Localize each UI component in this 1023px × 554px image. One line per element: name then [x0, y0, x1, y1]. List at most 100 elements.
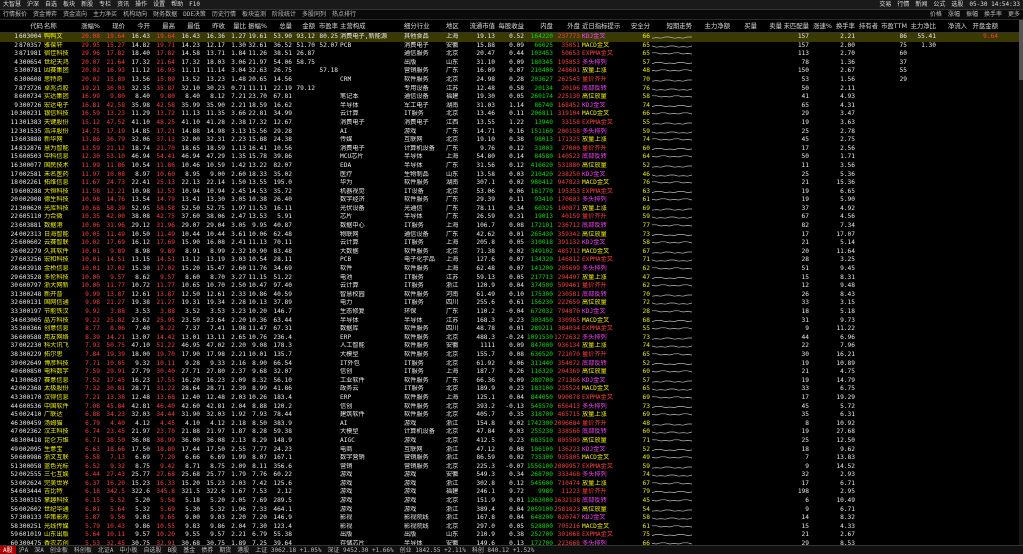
market-tab-5[interactable]: 北证A — [95, 546, 117, 554]
table-row[interactable]: 2 870357 雅葆轩 29.95 15.27 14.82 19.71 14.23 12.17… — [0, 42, 1023, 51]
table-row[interactable]: 12 301535 浩洋股份 14.75 17.19 14.85 17.21 14.88 14.… — [0, 128, 1023, 137]
column-header-amt2[interactable]: 开盘金额 — [968, 20, 998, 32]
column-header-low[interactable]: 最低 — [176, 20, 200, 32]
table-row[interactable]: 1 603004 鸭鸭文 20.08 19.64 16.43 19.64 16.43 16.36… — [0, 33, 1023, 42]
table-row[interactable]: 45 002410 广联达 6.88 34.23 32.03 34.44 31.90 32.03… — [0, 411, 1023, 420]
table-row[interactable]: 29 603528 多伦科技 10.00 9.57 8.62 9.57 8.60 8.70 3.2… — [0, 274, 1023, 283]
column-header-ttm[interactable]: 市盈TTM — [879, 20, 907, 32]
market-tab-7[interactable]: 自选股 — [141, 546, 165, 554]
table-row[interactable]: 34 603005 晶方科技 9.22 25.82 23.62 25.95 23.50 23.6… — [0, 317, 1023, 326]
table-row[interactable]: 7 873726 卓兆点胶 19.21 36.03 32.35 35.87 32.10 30.2… — [0, 85, 1023, 94]
index-ticker[interactable]: 深证 9452.30 +1.66% — [324, 546, 396, 554]
table-row[interactable]: 4 300654 世纪天鸿 20.07 21.64 17.32 21.64 17.32 18.0… — [0, 59, 1023, 68]
table-row[interactable]: 32 600131 国网信通 9.98 21.27 19.38 21.27 19.31 19.3… — [0, 299, 1023, 308]
toolbar-tab[interactable]: 历史行情 — [209, 10, 239, 19]
menubar-right-item[interactable]: 选股 — [948, 0, 966, 9]
table-row[interactable]: 27 603256 宏和科技 10.01 14.51 13.15 14.51 13.12 13.… — [0, 256, 1023, 265]
table-row[interactable]: 26 002279 久其软件 10.01 9.89 8.98 9.89 8.91 8.99 2.3… — [0, 248, 1023, 257]
table-row[interactable]: 31 300248 新开普 9.99 13.87 12.61 13.87 12.50 12.61… — [0, 291, 1023, 300]
menu-item[interactable]: 资讯 — [114, 0, 132, 9]
market-tab-8[interactable]: B股 — [165, 546, 181, 554]
table-row[interactable]: 44 600536 中国软件 7.08 45.84 42.81 46.40 42.60 42.8… — [0, 403, 1023, 412]
column-header-outer[interactable]: 外盘 — [554, 20, 580, 32]
market-tab-2[interactable]: 深A — [31, 546, 47, 554]
column-header-trend[interactable]: 短期走势 — [652, 20, 692, 32]
column-header-sell[interactable]: 卖量 — [758, 20, 782, 32]
column-header-open[interactable]: 今开 — [126, 20, 150, 32]
column-header-region[interactable]: 地区 — [446, 20, 466, 32]
column-header-bid[interactable]: 未匹配量 — [783, 20, 809, 32]
table-row[interactable]: 20 002908 德生科技 10.98 14.76 13.54 14.79 13.41 13.… — [0, 196, 1023, 205]
table-row[interactable]: 51 300058 蓝色光标 6.52 9.32 8.75 9.42 8.71 8.75 2.09… — [0, 463, 1023, 472]
table-row[interactable]: 52 002555 三七互娱 6.44 27.43 25.77 27.68 25.68 25.7… — [0, 471, 1023, 480]
table-row[interactable]: 41 300687 赛意信息 7.52 17.45 16.23 17.55 16.20 16.2… — [0, 377, 1023, 386]
market-tab-11[interactable]: 期货 — [216, 546, 234, 554]
sort-option[interactable]: 振幅 — [963, 10, 981, 19]
menu-item[interactable]: 新股 — [78, 0, 96, 9]
sort-option[interactable]: 价格 — [927, 10, 945, 19]
table-row[interactable]: 5 300781 因赛集团 20.02 16.93 11.12 16.93 11.11 11.1… — [0, 67, 1023, 76]
table-row[interactable]: 10 300231 银信科技 16.59 13.23 11.29 13.72 11.13 11.… — [0, 110, 1023, 119]
menu-item[interactable]: 自选 — [42, 0, 60, 9]
table-row[interactable]: 16 300077 国民技术 11.99 11.86 10.54 11.86 10.46 10.… — [0, 162, 1023, 171]
table-row[interactable]: 23 603881 数据港 10.06 31.96 29.12 31.96 29.07 29.0… — [0, 222, 1023, 231]
index-ticker[interactable]: 创业 1842.55 +2.11% — [397, 546, 469, 554]
column-header-net[interactable]: 主力净额 — [694, 20, 730, 32]
column-header-vratio[interactable]: 量比 — [226, 20, 246, 32]
menubar-right-item[interactable]: 行情 — [894, 0, 912, 9]
sort-option[interactable]: 更多 — [1005, 10, 1023, 19]
table-row[interactable]: 17 002581 未名医药 11.97 10.08 8.97 10.60 8.95 9.00 2… — [0, 171, 1023, 180]
column-header-vol[interactable]: 总量 — [268, 20, 292, 32]
toolbar-tab[interactable]: 热点排行 — [329, 10, 359, 19]
table-row[interactable]: 13 603888 新华网 13.86 36.79 32.06 37.13 32.00 32.3… — [0, 136, 1023, 145]
column-header-signal[interactable]: 近日指标提示 — [582, 20, 628, 32]
table-row[interactable]: 56 002602 世纪华通 6.01 5.64 5.32 5.69 5.30 5.32 1.96… — [0, 506, 1023, 515]
index-ticker[interactable]: 上证 3062.18 +1.05% — [252, 546, 324, 554]
table-row[interactable]: 22 605110 力合微 10.35 42.00 38.08 42.75 37.60 38.0… — [0, 213, 1023, 222]
table-row[interactable]: 58 300251 光线传媒 5.79 10.43 9.86 10.55 9.83 9.86 2.… — [0, 523, 1023, 532]
table-row[interactable]: 28 603918 金桥信息 10.01 17.02 15.30 17.02 15.20 15.… — [0, 265, 1023, 274]
column-header-safe[interactable]: 安全分 — [630, 20, 650, 32]
market-tab-0[interactable]: A股 — [0, 546, 16, 554]
column-header-pe[interactable]: 市盈率 — [316, 20, 338, 32]
table-row[interactable]: 6 300608 思特奇 20.02 15.89 13.56 15.89 13.52 13.23… — [0, 76, 1023, 85]
table-row[interactable]: 19 600288 大恒科技 11.58 12.21 10.98 12.53 10.94 10.… — [0, 188, 1023, 197]
menu-item[interactable]: 帮助 — [168, 0, 186, 9]
toolbar-tab[interactable]: 财务数据 — [150, 10, 180, 19]
menubar-right-item[interactable]: 新闻 — [912, 0, 930, 9]
toolbar-tab[interactable]: 资金博弈 — [30, 10, 60, 19]
table-row[interactable]: 36 600588 用友网络 8.39 14.21 13.07 14.42 13.01 13.1… — [0, 334, 1023, 343]
column-header-eps[interactable]: 每股收益 — [496, 20, 524, 32]
toolbar-tab[interactable]: 行情报价 — [0, 10, 30, 19]
table-row[interactable]: 43 300170 汉得信息 7.21 13.38 12.48 13.68 12.40 12.4… — [0, 394, 1023, 403]
table-row[interactable]: 9 300726 宏达电子 16.81 42.58 35.98 42.58 35.99 35.9… — [0, 102, 1023, 111]
column-header-theme[interactable]: 主营构成 — [340, 20, 402, 32]
toolbar-tab[interactable]: 多股同列 — [299, 10, 329, 19]
table-row[interactable]: 35 300366 创意信息 8.77 8.06 7.40 8.22 7.37 7.41 1.98… — [0, 325, 1023, 334]
column-header-cash[interactable]: 净流入 — [937, 20, 967, 32]
table-row[interactable]: 59 601019 山东出版 5.64 10.11 9.57 10.20 9.55 9.57 2.… — [0, 531, 1023, 540]
column-header-big[interactable]: 主力净比 — [908, 20, 936, 32]
column-header-ind[interactable]: 细分行业 — [404, 20, 444, 32]
table-row[interactable]: 55 300315 掌趣科技 6.15 5.52 5.20 5.58 5.18 5.20 2.05… — [0, 497, 1023, 506]
table-row[interactable]: 33 300197 节能铁汉 9.92 3.88 3.53 3.88 3.52 3.53 3.23… — [0, 308, 1023, 317]
menu-item[interactable]: 沪深 — [24, 0, 42, 9]
market-tab-3[interactable]: 创业板 — [47, 546, 71, 554]
menu-item[interactable]: F10 — [186, 0, 203, 9]
market-tab-1[interactable]: 沪A — [16, 546, 32, 554]
table-row[interactable]: 40 600850 电科数字 7.59 29.91 27.79 30.40 27.71 27.8… — [0, 368, 1023, 377]
column-header-turn[interactable]: 换手率 — [833, 20, 855, 32]
column-header-buy[interactable]: 买量 — [731, 20, 757, 32]
market-tab-12[interactable]: 港股 — [234, 546, 252, 554]
table-row[interactable]: 25 600602 云赛智联 10.02 17.69 16.12 17.69 15.90 16.… — [0, 239, 1023, 248]
table-row[interactable]: 18 002261 拓维信息 11.67 24.73 22.41 25.13 22.13 22.… — [0, 179, 1023, 188]
toolbar-tab[interactable]: 阶段统计 — [269, 10, 299, 19]
table-row[interactable]: 54 603444 吉比特 6.18 342.5 322.6 345.8 321.5 322.6… — [0, 488, 1023, 497]
menubar-right-item[interactable]: 交易 — [876, 0, 894, 9]
table-row[interactable]: 53 002624 完美世界 6.37 16.20 15.23 16.33 15.20 15.2… — [0, 480, 1023, 489]
table-row[interactable]: 24 002313 日海智能 10.05 11.49 10.50 11.49 10.44 10.… — [0, 231, 1023, 240]
market-tab-4[interactable]: 科创板 — [71, 546, 95, 554]
scroll-thumb[interactable] — [1019, 20, 1023, 80]
table-row[interactable]: 15 600503 中科信息 12.30 53.10 46.94 54.41 46.94 47.… — [0, 153, 1023, 162]
column-header-prev[interactable]: 昨收 — [201, 20, 225, 32]
